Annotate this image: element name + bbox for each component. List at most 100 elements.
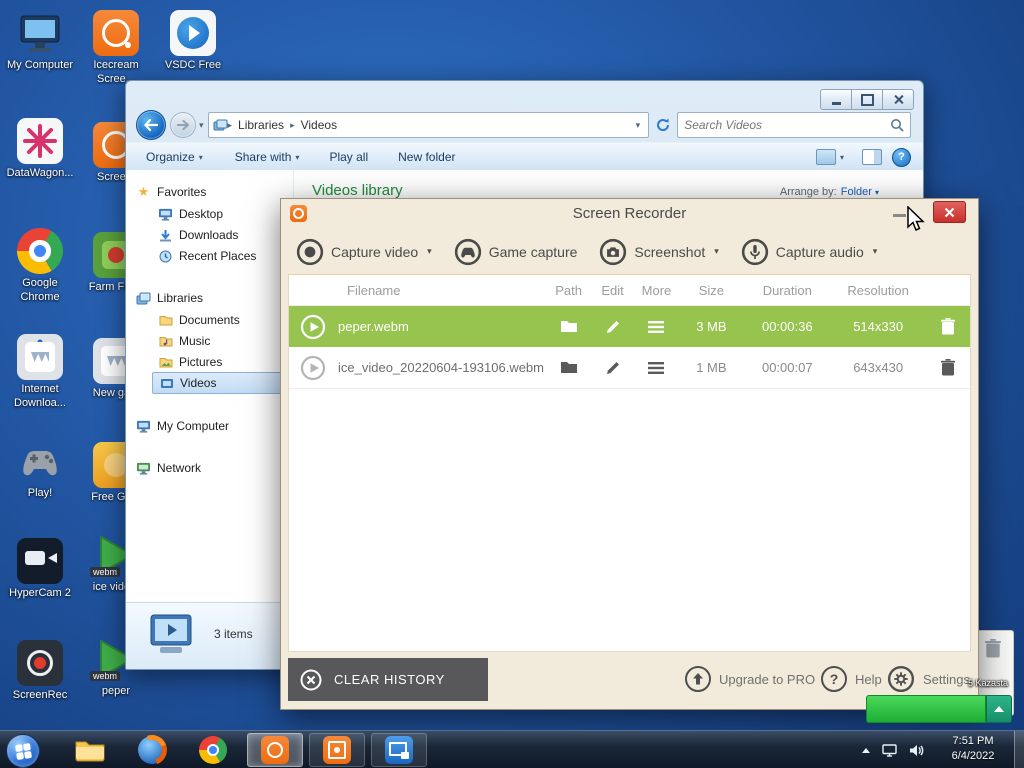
minimize-button[interactable] (820, 89, 852, 110)
taskbar-item-screen-share[interactable] (371, 733, 427, 767)
share-with-menu[interactable]: Share with ▾ (227, 147, 308, 167)
desktop-icon-vsdc[interactable]: VSDC Free (155, 10, 231, 73)
clear-history-button[interactable]: CLEAR HISTORY (288, 658, 488, 701)
arrange-by-control[interactable]: Arrange by: Folder ▾ (780, 186, 879, 198)
play-button[interactable] (299, 354, 327, 382)
screenshot-button[interactable]: Screenshot ▾ (599, 238, 719, 266)
system-tray (862, 731, 924, 768)
desktop-icon-datawagon[interactable]: DataWagon... (2, 118, 78, 181)
search-input[interactable] (678, 118, 891, 132)
icecream-icon (93, 10, 139, 56)
minimize-button[interactable] (893, 214, 906, 217)
sidebar-item-my-computer[interactable]: My Computer (126, 416, 287, 436)
taskbar-clock[interactable]: 7:51 PM 6/4/2022 (930, 734, 1016, 764)
history-dropdown-icon[interactable]: ▾ (199, 120, 204, 131)
screen-share-icon (385, 736, 413, 764)
duration-cell: 00:00:36 (761, 319, 813, 334)
folder-icon (75, 741, 105, 762)
help-button[interactable]: ? (892, 147, 911, 167)
close-icon (944, 207, 955, 217)
taskbar-item-explorer[interactable] (62, 733, 118, 767)
page-title: Videos library (312, 182, 403, 199)
desktop-icon-play[interactable]: Play! (2, 438, 78, 501)
desktop-icon-my-computer[interactable]: My Computer (2, 10, 78, 73)
popup-dropdown-button[interactable] (986, 695, 1012, 723)
play-button[interactable] (299, 313, 327, 341)
sidebar-item-pictures[interactable]: Pictures (126, 352, 287, 372)
sidebar-item-desktop[interactable]: Desktop (126, 204, 287, 224)
upgrade-to-pro-button[interactable]: Upgrade to PRO (685, 660, 815, 698)
taskbar-item-screen-recorder[interactable] (247, 733, 303, 767)
chrome-icon (199, 736, 227, 764)
icon-label: VSDC Free (164, 59, 222, 71)
taskbar-item-screenshot-app[interactable] (309, 733, 365, 767)
tray-display-icon[interactable] (882, 743, 897, 757)
delete-button[interactable] (926, 318, 970, 335)
header-filename: Filename (347, 282, 401, 298)
sidebar-item-documents[interactable]: Documents (126, 310, 287, 330)
address-dropdown-icon[interactable]: ▾ (632, 120, 645, 131)
change-view-button[interactable]: ▾ (808, 146, 852, 168)
table-row[interactable]: ice_video_20220604-193106.webm 1 MB 00:0… (289, 347, 970, 389)
capture-video-button[interactable]: Capture video ▾ (296, 238, 432, 266)
desktop-icon-google-chrome[interactable]: Google Chrome (2, 228, 78, 305)
show-desktop-button[interactable] (1014, 731, 1024, 768)
taskbar-item-firefox[interactable] (124, 733, 180, 767)
taskbar: 7:51 PM 6/4/2022 (0, 730, 1024, 768)
edit-button[interactable] (591, 360, 635, 376)
desktop-icon-screenrec[interactable]: ScreenRec (2, 640, 78, 703)
maximize-button[interactable] (851, 89, 883, 110)
open-folder-button[interactable] (547, 319, 591, 334)
desktop-icon-icecream[interactable]: Icecream Scree... (78, 10, 154, 87)
breadcrumb-libraries[interactable]: Libraries (232, 118, 290, 132)
game-capture-button[interactable]: Game capture (454, 238, 577, 266)
screenshot-label: Screenshot (634, 243, 706, 260)
preview-pane-button[interactable] (862, 149, 882, 165)
chevron-down-icon: ▾ (874, 188, 879, 197)
capture-audio-button[interactable]: Capture audio ▾ (741, 238, 877, 266)
back-button[interactable] (136, 110, 166, 140)
edit-button[interactable] (591, 319, 635, 335)
more-menu-button[interactable] (635, 320, 679, 333)
more-menu-button[interactable] (635, 361, 679, 374)
close-button[interactable] (882, 89, 914, 110)
delete-button[interactable] (926, 359, 970, 376)
sidebar-item-downloads[interactable]: Downloads (126, 225, 287, 245)
volume-icon[interactable] (909, 744, 924, 757)
command-bar: Organize ▾ Share with ▾ Play all New fol… (126, 142, 923, 172)
search-icon[interactable] (890, 118, 904, 132)
new-folder-button[interactable]: New folder (390, 147, 463, 167)
desktop-icon-internet-download[interactable]: Internet Downloa... (2, 334, 78, 411)
forward-button[interactable] (169, 112, 196, 138)
sidebar-item-recent-places[interactable]: Recent Places (126, 246, 287, 266)
sidebar-label: Pictures (179, 355, 223, 369)
gamepad-icon (454, 238, 481, 265)
explorer-titlebar[interactable] (126, 81, 923, 110)
popup-action-button[interactable] (866, 695, 986, 723)
taskbar-item-chrome[interactable] (185, 733, 241, 767)
clock-icon (158, 250, 173, 263)
search-box (677, 112, 912, 138)
sidebar-item-libraries[interactable]: Libraries (126, 288, 287, 308)
open-folder-button[interactable] (547, 360, 591, 375)
table-row[interactable]: peper.webm 3 MB 00:00:36 514x330 (289, 306, 970, 347)
sidebar-item-videos[interactable]: Videos (152, 372, 287, 394)
breadcrumb-videos[interactable]: Videos (295, 118, 343, 132)
organize-menu[interactable]: Organize ▾ (138, 147, 211, 167)
sidebar-item-network[interactable]: Network (126, 458, 287, 478)
icon-label: DataWagon... (6, 167, 74, 179)
sidebar-label: Downloads (179, 228, 239, 242)
sidebar-item-favorites[interactable]: ★ Favorites (126, 182, 287, 202)
sidebar-item-music[interactable]: Music (126, 331, 287, 351)
refresh-button[interactable] (655, 117, 671, 133)
icon-label: peper (101, 685, 131, 697)
camera-icon (600, 238, 627, 265)
close-button[interactable] (933, 201, 966, 223)
start-button[interactable] (6, 734, 40, 768)
recorder-titlebar[interactable]: Screen Recorder (281, 199, 978, 229)
libraries-icon (136, 292, 151, 305)
arrange-by-label: Arrange by: (779, 186, 837, 198)
desktop-icon-hypercam[interactable]: HyperCam 2 (2, 538, 78, 601)
play-all-button[interactable]: Play all (321, 147, 376, 167)
show-hidden-icons-button[interactable] (862, 747, 870, 753)
